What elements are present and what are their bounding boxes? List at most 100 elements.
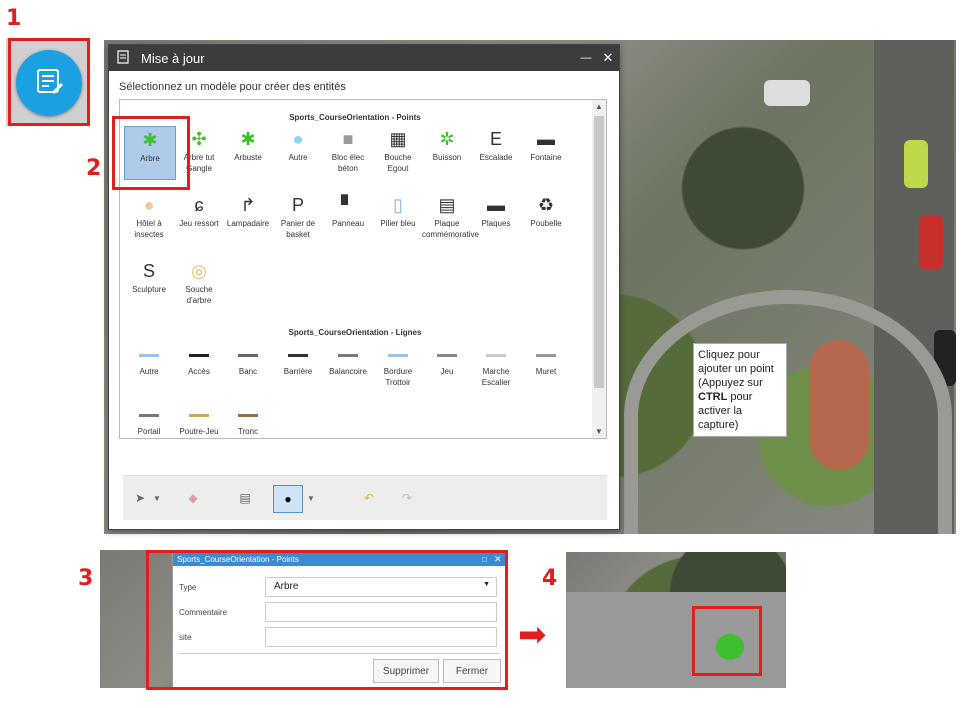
point-tool-button[interactable]: ● bbox=[273, 485, 303, 513]
lamp-icon: ↱ bbox=[240, 194, 256, 215]
template-label: Balancoire bbox=[329, 367, 367, 376]
template-label: Jeu bbox=[440, 367, 454, 376]
eraser-icon[interactable]: ◆ bbox=[183, 485, 203, 511]
step-4-number: 4 bbox=[542, 566, 558, 591]
template-picker[interactable]: Sports_CourseOrientation - Points ✱ Arbre… bbox=[119, 99, 607, 439]
template-label: Panneau bbox=[331, 219, 365, 228]
spring-icon: ɕ bbox=[194, 194, 204, 215]
template-item[interactable]: ■ Bloc élec béton bbox=[323, 126, 373, 174]
template-label: Banc bbox=[238, 367, 258, 376]
scroll-down-icon[interactable]: ▼ bbox=[595, 427, 603, 436]
template-item[interactable]: ▤ Plaque commémorative bbox=[422, 192, 479, 240]
template-label: Portail bbox=[137, 427, 161, 436]
map-tooltip: Cliquez pour ajouter un point (Appuyez s… bbox=[693, 343, 787, 437]
template-label: Plaque commémorative bbox=[422, 219, 479, 239]
plaques-icon: ▬ bbox=[487, 194, 505, 215]
template-label: Lampadaire bbox=[226, 219, 270, 228]
trash-icon: ♻ bbox=[537, 194, 555, 215]
plaque-icon: ▤ bbox=[438, 194, 456, 215]
template-label: Marche Escalier bbox=[481, 367, 511, 387]
line-template-item[interactable]: Banc bbox=[223, 344, 273, 377]
template-item[interactable]: S Sculpture bbox=[124, 258, 174, 295]
template-label: Barrière bbox=[283, 367, 313, 376]
line-symbol bbox=[536, 353, 556, 357]
line-template-item[interactable]: Bordure Trottoir bbox=[373, 344, 423, 388]
line-template-item[interactable]: Jeu bbox=[422, 344, 472, 377]
letter-s-icon: S bbox=[142, 260, 155, 281]
template-label: Arbuste bbox=[234, 153, 262, 162]
point-dropdown-icon[interactable]: ▼ bbox=[305, 485, 317, 511]
map-path bbox=[624, 290, 952, 534]
select-tool-icon[interactable]: ➤ bbox=[133, 485, 147, 511]
line-template-item[interactable]: Poutre-Jeu bbox=[174, 404, 224, 437]
line-symbol bbox=[189, 353, 209, 357]
template-label: Poubelle bbox=[530, 219, 562, 228]
line-template-item[interactable]: Autre bbox=[124, 344, 174, 377]
grate-icon: ▦ bbox=[389, 128, 407, 149]
letter-e-icon: E bbox=[489, 128, 502, 149]
scrollbar[interactable]: ▲ ▼ bbox=[592, 100, 606, 438]
line-template-item[interactable]: Balancoire bbox=[323, 344, 373, 377]
template-item[interactable]: ▯ Pilier bleu bbox=[373, 192, 423, 229]
template-label: Fontaine bbox=[530, 153, 562, 162]
line-template-item[interactable]: Marche Escalier bbox=[471, 344, 521, 388]
template-label: Escalade bbox=[479, 153, 513, 162]
template-label: Sculpture bbox=[132, 285, 166, 294]
template-label: Bouche Egout bbox=[384, 153, 412, 173]
template-label: Souche d'arbre bbox=[185, 285, 213, 305]
template-label: Tronc bbox=[237, 427, 259, 436]
template-item[interactable]: ✱ Arbuste bbox=[223, 126, 273, 163]
template-item[interactable]: ɕ Jeu ressort bbox=[174, 192, 224, 229]
template-label: Bloc élec béton bbox=[331, 153, 365, 173]
line-template-item[interactable]: Accès bbox=[174, 344, 224, 377]
line-template-item[interactable]: Barrière bbox=[273, 344, 323, 377]
template-item[interactable]: ● Autre bbox=[273, 126, 323, 163]
template-item[interactable]: ▦ Bouche Egout bbox=[373, 126, 423, 174]
dialog-title: Mise à jour bbox=[141, 50, 205, 66]
line-symbol bbox=[437, 353, 457, 357]
stump-icon: ◎ bbox=[191, 260, 207, 281]
lines-section-title: Sports_CourseOrientation - Lignes bbox=[288, 328, 422, 337]
template-item[interactable]: ▬ Plaques bbox=[471, 192, 521, 229]
template-label: Autre bbox=[139, 367, 159, 376]
redo-icon[interactable]: ↷ bbox=[397, 485, 417, 511]
line-template-item[interactable]: Portail bbox=[124, 404, 174, 437]
next-arrow-icon: ➡ bbox=[518, 616, 547, 654]
scroll-up-icon[interactable]: ▲ bbox=[595, 102, 603, 111]
tooltip-line-1: Cliquez pour ajouter un point bbox=[698, 349, 774, 375]
line-template-item[interactable]: Tronc bbox=[223, 404, 273, 437]
template-label: Pilier bleu bbox=[380, 219, 416, 228]
template-item[interactable]: ▘ Panneau bbox=[323, 192, 373, 229]
step-1-number: 1 bbox=[6, 6, 22, 31]
undo-icon[interactable]: ↶ bbox=[359, 485, 379, 511]
template-label: Plaques bbox=[481, 219, 511, 228]
template-item[interactable]: ● Hôtel à insectes bbox=[124, 192, 174, 240]
edit-widget-button[interactable] bbox=[16, 50, 82, 116]
template-label: Muret bbox=[535, 367, 557, 376]
highlight-box-3 bbox=[146, 550, 508, 690]
template-item[interactable]: ✲ Buisson bbox=[422, 126, 472, 163]
minimize-button[interactable]: — bbox=[575, 52, 597, 64]
template-item[interactable]: ♻ Poubelle bbox=[521, 192, 571, 229]
attributes-icon[interactable]: ▤ bbox=[235, 485, 255, 511]
map-car bbox=[919, 215, 943, 269]
close-icon[interactable]: ✕ bbox=[597, 50, 619, 66]
blue-pillar-icon: ▯ bbox=[393, 194, 403, 215]
select-dropdown-icon[interactable]: ▼ bbox=[151, 485, 163, 511]
template-item[interactable]: P Panier de basket bbox=[273, 192, 323, 240]
shrub-icon: ✱ bbox=[240, 128, 256, 149]
template-label: Autre bbox=[288, 153, 308, 162]
line-symbol bbox=[238, 413, 258, 417]
template-item[interactable]: ▬ Fontaine bbox=[521, 126, 571, 163]
step-3-number: 3 bbox=[78, 566, 94, 591]
scroll-thumb[interactable] bbox=[594, 116, 604, 388]
template-item[interactable]: ↱ Lampadaire bbox=[223, 192, 273, 229]
template-item[interactable]: ◎ Souche d'arbre bbox=[174, 258, 224, 306]
template-item[interactable]: E Escalade bbox=[471, 126, 521, 163]
beige-circle-icon: ● bbox=[143, 194, 155, 215]
letter-p-icon: P bbox=[291, 194, 304, 215]
points-section-title: Sports_CourseOrientation - Points bbox=[289, 113, 421, 122]
template-label: Buisson bbox=[432, 153, 462, 162]
template-label: Accès bbox=[188, 367, 210, 376]
line-template-item[interactable]: Muret bbox=[521, 344, 571, 377]
